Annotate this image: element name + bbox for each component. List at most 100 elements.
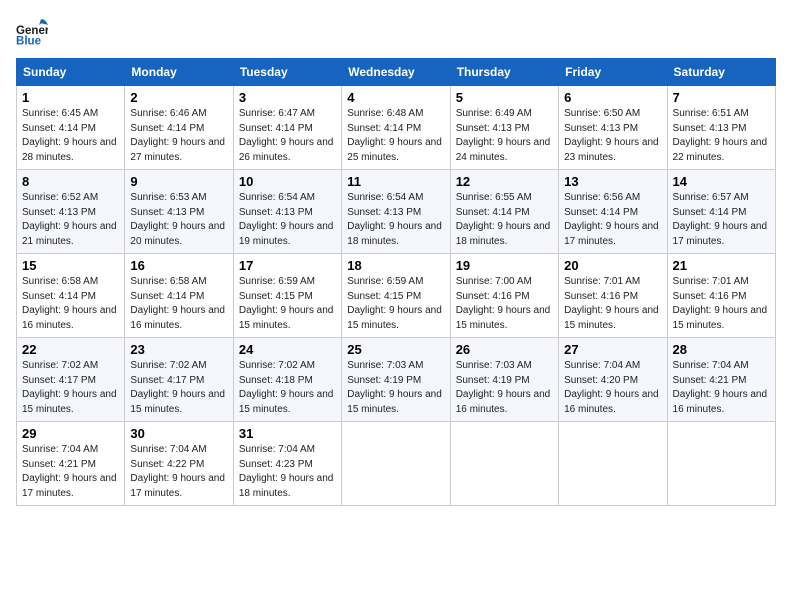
calendar-table: SundayMondayTuesdayWednesdayThursdayFrid… bbox=[16, 58, 776, 506]
calendar-cell: 20 Sunrise: 7:01 AM Sunset: 4:16 PM Dayl… bbox=[559, 254, 667, 338]
calendar-cell: 15 Sunrise: 6:58 AM Sunset: 4:14 PM Dayl… bbox=[17, 254, 125, 338]
calendar-week-2: 8 Sunrise: 6:52 AM Sunset: 4:13 PM Dayli… bbox=[17, 170, 776, 254]
calendar-cell bbox=[342, 422, 450, 506]
day-info: Sunrise: 6:51 AM Sunset: 4:13 PM Dayligh… bbox=[673, 107, 770, 165]
day-info: Sunrise: 6:54 AM Sunset: 4:13 PM Dayligh… bbox=[347, 191, 444, 249]
day-number: 29 bbox=[22, 426, 119, 441]
calendar-header-row: SundayMondayTuesdayWednesdayThursdayFrid… bbox=[17, 59, 776, 86]
day-info: Sunrise: 6:45 AM Sunset: 4:14 PM Dayligh… bbox=[22, 107, 119, 165]
calendar-cell: 12 Sunrise: 6:55 AM Sunset: 4:14 PM Dayl… bbox=[450, 170, 558, 254]
calendar-cell: 3 Sunrise: 6:47 AM Sunset: 4:14 PM Dayli… bbox=[233, 86, 341, 170]
weekday-header-tuesday: Tuesday bbox=[233, 59, 341, 86]
day-number: 10 bbox=[239, 174, 336, 189]
day-info: Sunrise: 7:04 AM Sunset: 4:20 PM Dayligh… bbox=[564, 359, 661, 417]
day-number: 20 bbox=[564, 258, 661, 273]
day-info: Sunrise: 6:53 AM Sunset: 4:13 PM Dayligh… bbox=[130, 191, 227, 249]
day-info: Sunrise: 7:02 AM Sunset: 4:17 PM Dayligh… bbox=[22, 359, 119, 417]
day-info: Sunrise: 6:57 AM Sunset: 4:14 PM Dayligh… bbox=[673, 191, 770, 249]
calendar-cell bbox=[559, 422, 667, 506]
calendar-week-5: 29 Sunrise: 7:04 AM Sunset: 4:21 PM Dayl… bbox=[17, 422, 776, 506]
calendar-cell: 11 Sunrise: 6:54 AM Sunset: 4:13 PM Dayl… bbox=[342, 170, 450, 254]
day-info: Sunrise: 6:55 AM Sunset: 4:14 PM Dayligh… bbox=[456, 191, 553, 249]
day-info: Sunrise: 7:01 AM Sunset: 4:16 PM Dayligh… bbox=[673, 275, 770, 333]
day-info: Sunrise: 6:47 AM Sunset: 4:14 PM Dayligh… bbox=[239, 107, 336, 165]
calendar-week-1: 1 Sunrise: 6:45 AM Sunset: 4:14 PM Dayli… bbox=[17, 86, 776, 170]
calendar-cell: 25 Sunrise: 7:03 AM Sunset: 4:19 PM Dayl… bbox=[342, 338, 450, 422]
day-info: Sunrise: 7:03 AM Sunset: 4:19 PM Dayligh… bbox=[456, 359, 553, 417]
day-info: Sunrise: 6:48 AM Sunset: 4:14 PM Dayligh… bbox=[347, 107, 444, 165]
calendar-cell: 22 Sunrise: 7:02 AM Sunset: 4:17 PM Dayl… bbox=[17, 338, 125, 422]
day-number: 7 bbox=[673, 90, 770, 105]
day-number: 11 bbox=[347, 174, 444, 189]
day-number: 9 bbox=[130, 174, 227, 189]
weekday-header-saturday: Saturday bbox=[667, 59, 775, 86]
day-info: Sunrise: 6:50 AM Sunset: 4:13 PM Dayligh… bbox=[564, 107, 661, 165]
day-number: 31 bbox=[239, 426, 336, 441]
calendar-cell: 10 Sunrise: 6:54 AM Sunset: 4:13 PM Dayl… bbox=[233, 170, 341, 254]
day-info: Sunrise: 6:59 AM Sunset: 4:15 PM Dayligh… bbox=[347, 275, 444, 333]
calendar-cell: 1 Sunrise: 6:45 AM Sunset: 4:14 PM Dayli… bbox=[17, 86, 125, 170]
calendar-cell: 5 Sunrise: 6:49 AM Sunset: 4:13 PM Dayli… bbox=[450, 86, 558, 170]
day-info: Sunrise: 6:58 AM Sunset: 4:14 PM Dayligh… bbox=[130, 275, 227, 333]
day-number: 5 bbox=[456, 90, 553, 105]
weekday-header-monday: Monday bbox=[125, 59, 233, 86]
calendar-cell: 4 Sunrise: 6:48 AM Sunset: 4:14 PM Dayli… bbox=[342, 86, 450, 170]
calendar-cell: 14 Sunrise: 6:57 AM Sunset: 4:14 PM Dayl… bbox=[667, 170, 775, 254]
day-number: 21 bbox=[673, 258, 770, 273]
day-number: 18 bbox=[347, 258, 444, 273]
day-info: Sunrise: 7:00 AM Sunset: 4:16 PM Dayligh… bbox=[456, 275, 553, 333]
day-number: 12 bbox=[456, 174, 553, 189]
day-info: Sunrise: 6:54 AM Sunset: 4:13 PM Dayligh… bbox=[239, 191, 336, 249]
calendar-cell: 31 Sunrise: 7:04 AM Sunset: 4:23 PM Dayl… bbox=[233, 422, 341, 506]
calendar-cell: 6 Sunrise: 6:50 AM Sunset: 4:13 PM Dayli… bbox=[559, 86, 667, 170]
day-info: Sunrise: 6:58 AM Sunset: 4:14 PM Dayligh… bbox=[22, 275, 119, 333]
page-header: General Blue bbox=[16, 16, 776, 48]
day-number: 24 bbox=[239, 342, 336, 357]
weekday-header-friday: Friday bbox=[559, 59, 667, 86]
weekday-header-thursday: Thursday bbox=[450, 59, 558, 86]
day-number: 16 bbox=[130, 258, 227, 273]
calendar-cell bbox=[450, 422, 558, 506]
calendar-cell bbox=[667, 422, 775, 506]
calendar-cell: 23 Sunrise: 7:02 AM Sunset: 4:17 PM Dayl… bbox=[125, 338, 233, 422]
day-number: 15 bbox=[22, 258, 119, 273]
logo-icon: General Blue bbox=[16, 16, 48, 48]
calendar-cell: 24 Sunrise: 7:02 AM Sunset: 4:18 PM Dayl… bbox=[233, 338, 341, 422]
day-number: 2 bbox=[130, 90, 227, 105]
calendar-cell: 19 Sunrise: 7:00 AM Sunset: 4:16 PM Dayl… bbox=[450, 254, 558, 338]
day-info: Sunrise: 6:56 AM Sunset: 4:14 PM Dayligh… bbox=[564, 191, 661, 249]
day-info: Sunrise: 7:04 AM Sunset: 4:21 PM Dayligh… bbox=[22, 443, 119, 501]
day-number: 6 bbox=[564, 90, 661, 105]
day-info: Sunrise: 6:49 AM Sunset: 4:13 PM Dayligh… bbox=[456, 107, 553, 165]
calendar-cell: 9 Sunrise: 6:53 AM Sunset: 4:13 PM Dayli… bbox=[125, 170, 233, 254]
day-number: 26 bbox=[456, 342, 553, 357]
calendar-cell: 29 Sunrise: 7:04 AM Sunset: 4:21 PM Dayl… bbox=[17, 422, 125, 506]
day-number: 19 bbox=[456, 258, 553, 273]
calendar-cell: 28 Sunrise: 7:04 AM Sunset: 4:21 PM Dayl… bbox=[667, 338, 775, 422]
day-info: Sunrise: 7:02 AM Sunset: 4:17 PM Dayligh… bbox=[130, 359, 227, 417]
day-number: 27 bbox=[564, 342, 661, 357]
calendar-cell: 27 Sunrise: 7:04 AM Sunset: 4:20 PM Dayl… bbox=[559, 338, 667, 422]
calendar-cell: 2 Sunrise: 6:46 AM Sunset: 4:14 PM Dayli… bbox=[125, 86, 233, 170]
calendar-cell: 26 Sunrise: 7:03 AM Sunset: 4:19 PM Dayl… bbox=[450, 338, 558, 422]
day-info: Sunrise: 7:04 AM Sunset: 4:21 PM Dayligh… bbox=[673, 359, 770, 417]
day-number: 22 bbox=[22, 342, 119, 357]
day-number: 4 bbox=[347, 90, 444, 105]
day-info: Sunrise: 7:02 AM Sunset: 4:18 PM Dayligh… bbox=[239, 359, 336, 417]
weekday-header-wednesday: Wednesday bbox=[342, 59, 450, 86]
calendar-cell: 7 Sunrise: 6:51 AM Sunset: 4:13 PM Dayli… bbox=[667, 86, 775, 170]
day-info: Sunrise: 6:59 AM Sunset: 4:15 PM Dayligh… bbox=[239, 275, 336, 333]
day-info: Sunrise: 6:52 AM Sunset: 4:13 PM Dayligh… bbox=[22, 191, 119, 249]
calendar-week-3: 15 Sunrise: 6:58 AM Sunset: 4:14 PM Dayl… bbox=[17, 254, 776, 338]
day-info: Sunrise: 7:04 AM Sunset: 4:23 PM Dayligh… bbox=[239, 443, 336, 501]
day-number: 1 bbox=[22, 90, 119, 105]
calendar-cell: 21 Sunrise: 7:01 AM Sunset: 4:16 PM Dayl… bbox=[667, 254, 775, 338]
day-number: 25 bbox=[347, 342, 444, 357]
weekday-header-sunday: Sunday bbox=[17, 59, 125, 86]
day-number: 30 bbox=[130, 426, 227, 441]
day-number: 13 bbox=[564, 174, 661, 189]
svg-text:Blue: Blue bbox=[16, 35, 42, 47]
day-number: 28 bbox=[673, 342, 770, 357]
day-info: Sunrise: 6:46 AM Sunset: 4:14 PM Dayligh… bbox=[130, 107, 227, 165]
day-number: 23 bbox=[130, 342, 227, 357]
